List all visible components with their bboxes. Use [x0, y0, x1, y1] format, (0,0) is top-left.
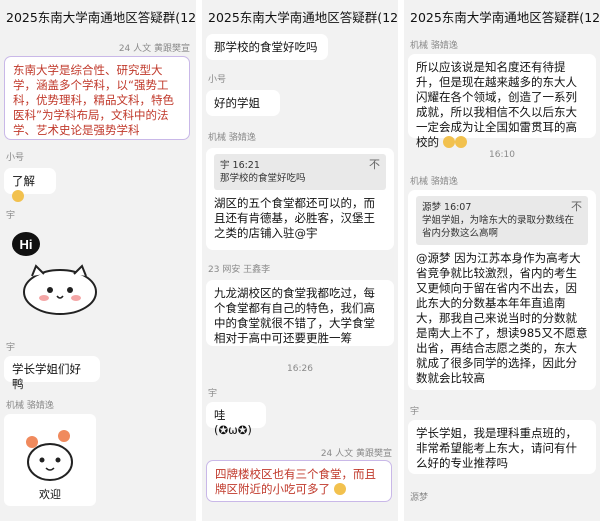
chat-header[interactable]: 2025东南大学南通地区答疑群(12) ♪ — [404, 0, 600, 32]
sender-name: 宇 — [6, 211, 16, 221]
message-text: 湖区的五个食堂都还可以的，而且还有肯德基，必胜客，汉堡王之类的店铺入驻@宇 — [214, 196, 375, 240]
quote-text: 学姐学姐，为啥东大的录取分数线在省内分数这么高啊 — [422, 215, 575, 239]
sender-name: 宇 — [208, 389, 218, 399]
sticker-welcome[interactable]: 欢迎 — [4, 414, 96, 506]
chat-title: 2025东南大学南通地区答疑群(12) — [410, 9, 600, 25]
sender-name: 宇 — [6, 343, 16, 353]
chat-panel-2: 2025东南大学南通地区答疑群(12) ♪ 那学校的食堂好吃吗 小号 好的学姐 … — [202, 0, 398, 521]
sticker-caption: 欢迎 — [39, 487, 61, 501]
sender-name: 机械 骆婧逸 — [208, 133, 256, 143]
message-bubble[interactable]: 好的学姐 — [206, 90, 280, 116]
timestamp: 16:10 — [489, 150, 515, 160]
quoted-message[interactable]: 宇 16:21 不 那学校的食堂好吃吗 — [214, 154, 386, 190]
sender-name: 宇 — [410, 407, 420, 417]
quoted-message[interactable]: 源梦 16:07 不 学姐学姐，为啥东大的录取分数线在省内分数这么高啊 — [416, 196, 588, 245]
message-bubble[interactable]: 九龙湖校区的食堂我都吃过，每个食堂都有自己的特色，我们高中的食堂就很不错了，大学… — [206, 280, 394, 346]
reply-message-bubble[interactable]: 源梦 16:07 不 学姐学姐，为啥东大的录取分数线在省内分数这么高啊 @源梦 … — [408, 190, 596, 390]
sender-name: 机械 骆婧逸 — [410, 41, 458, 51]
sender-meta: 24 人文 黄跟樊宣 — [118, 44, 190, 54]
chat-header[interactable]: 2025东南大学南通地区答疑群(12) ♪ — [202, 0, 398, 32]
quote-header: 源梦 16:07 — [422, 202, 472, 213]
message-bubble[interactable]: 哇(✪ω✪) — [206, 402, 266, 437]
emoji-icon — [454, 136, 467, 148]
sender-name: 小号 — [208, 75, 227, 85]
sender-name: 机械 骆婧逸 — [6, 401, 54, 411]
chat-title: 2025东南大学南通地区答疑群(12) — [208, 9, 398, 25]
quote-text: 那学校的食堂好吃吗 — [220, 173, 306, 184]
chat-title: 2025东南大学南通地区答疑群(12) — [6, 9, 196, 25]
message-bubble[interactable]: 学长学姐们好鸭 — [4, 356, 100, 391]
quote-header: 宇 16:21 — [220, 160, 260, 171]
emoji-icon — [442, 136, 455, 148]
message-bubble[interactable]: 所以应该说是知名度还有待提升，但是现在越来越多的东大人闪耀在各个领域，创造了一系… — [408, 54, 596, 149]
emoji-icon — [333, 483, 346, 495]
sender-name: 机械 骆婧逸 — [410, 177, 458, 187]
cat-sticker-icon: Hi — [12, 232, 97, 315]
message-text: 所以应该说是知名度还有待提升，但是现在越来越多的东大人闪耀在各个领域，创造了一系… — [416, 60, 577, 149]
chat-panel-1: 2025东南大学南通地区答疑群(12) ♪ 24 人文 黄跟樊宣 东南大学是综合… — [0, 0, 196, 521]
sticker-hi[interactable]: Hi — [4, 222, 100, 318]
sender-meta: 24 人文 黄跟樊宣 — [320, 449, 392, 459]
chat-panel-3: 2025东南大学南通地区答疑群(12) ♪ 机械 骆婧逸 所以应该说是知名度还有… — [404, 0, 600, 521]
close-icon[interactable]: 不 — [571, 200, 582, 213]
timestamp: 16:26 — [287, 364, 313, 374]
chat-header[interactable]: 2025东南大学南通地区答疑群(12) ♪ — [0, 0, 196, 32]
message-bubble[interactable]: 东南大学是综合性、研究型大学，涵盖多个学科，以“强势工科，优势理科，精品文科，特… — [4, 56, 190, 140]
message-text: 四牌楼校区也有三个食堂，而且牌区附近的小吃可多了 — [215, 467, 376, 496]
message-bubble[interactable]: 四牌楼校区也有三个食堂，而且牌区附近的小吃可多了 — [206, 460, 392, 502]
message-text: 了解 — [12, 174, 35, 188]
welcome-sticker-icon: 欢迎 — [26, 430, 73, 501]
sender-name: 小号 — [6, 153, 25, 163]
sender-name: 源梦 — [410, 493, 429, 503]
message-bubble[interactable]: 了解 — [4, 168, 56, 202]
emoji-icon — [12, 190, 24, 202]
message-bubble[interactable]: 学长学姐，我是理科重点班的，非常希望能考上东大，请问有什么好的专业推荐吗 — [408, 420, 596, 474]
reply-message-bubble[interactable]: 宇 16:21 不 那学校的食堂好吃吗 湖区的五个食堂都还可以的，而且还有肯德基… — [206, 148, 394, 250]
message-text: @源梦 因为江苏本身作为高考大省竞争就比较激烈，省内的考生又更倾向于留在省内不出… — [416, 251, 588, 385]
sender-name: 23 网安 王鑫李 — [208, 265, 271, 275]
close-icon[interactable]: 不 — [369, 158, 380, 171]
message-bubble[interactable]: 那学校的食堂好吃吗 — [206, 34, 328, 60]
sticker-text: Hi — [20, 237, 33, 252]
